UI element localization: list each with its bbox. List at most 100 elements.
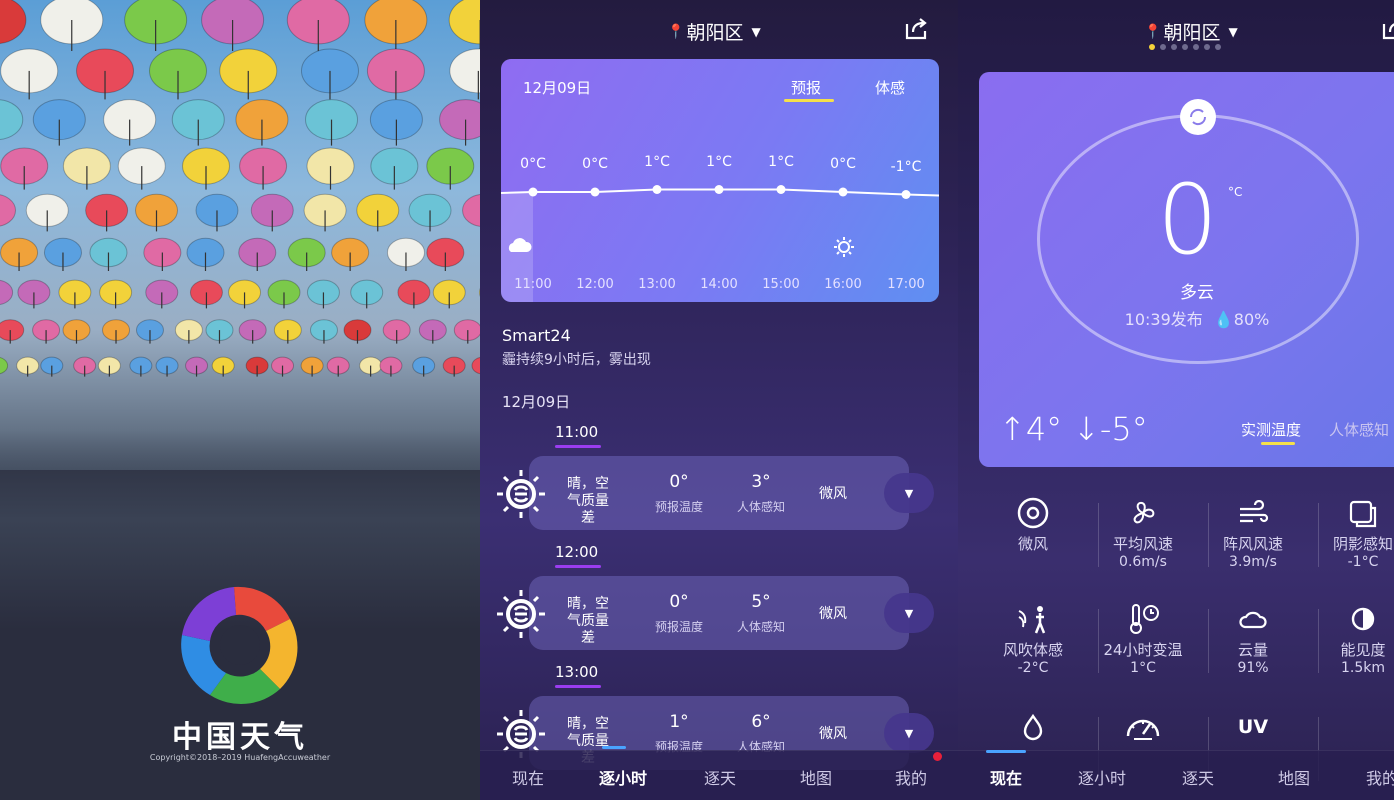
detail-cell[interactable]: 云量 91% — [1198, 603, 1308, 676]
hourly-row[interactable]: 晴，空气质量差 0° 预报温度 3° 人体感知 微风 ▼ — [497, 456, 934, 530]
umbrella — [453, 319, 480, 344]
page-dot — [1193, 44, 1199, 50]
forecast-temp: 1° — [669, 712, 689, 732]
umbrella — [182, 147, 231, 190]
page-dot — [1182, 44, 1188, 50]
refresh-knob[interactable] — [1180, 99, 1216, 135]
expand-button[interactable]: ▼ — [884, 593, 934, 633]
thermometer-clock-icon — [1088, 603, 1198, 635]
low-temperature: ↓-5° — [1073, 410, 1148, 448]
umbrella — [211, 356, 235, 377]
forecast-card: 12月09日 预报 体感 0°C 0°C 1°C 1°C 1°C 0°C -1°C 11:0… — [501, 59, 939, 302]
umbrella — [370, 147, 419, 190]
detail-label: 平均风速 — [1112, 535, 1173, 553]
tab-measured-underline — [1261, 442, 1295, 445]
location-selector[interactable]: 📍 朝阳区 ▼ — [667, 18, 761, 45]
nav-item[interactable]: 现在 — [498, 765, 558, 789]
umbrella — [287, 237, 326, 271]
detail-cell[interactable]: 平均风速 0.6m/s — [1088, 497, 1198, 570]
detail-label: 阵风风速 — [1222, 535, 1283, 553]
nav-item[interactable]: 我的 — [881, 765, 941, 789]
temperature-point — [901, 190, 911, 199]
fan-icon — [1088, 497, 1198, 529]
umbrella — [155, 356, 179, 377]
smart24-description: 霾持续9小时后，雾出现 — [502, 352, 651, 368]
nav-item[interactable]: 现在 — [976, 765, 1036, 789]
detail-cell[interactable]: UV — [1198, 711, 1308, 743]
umbrella — [58, 279, 92, 309]
hourly-row[interactable]: 晴，空气质量差 0° 预报温度 5° 人体感知 微风 ▼ — [497, 576, 934, 650]
umbrella — [343, 319, 372, 344]
nav-item[interactable]: 逐天 — [1168, 765, 1228, 789]
share-icon[interactable] — [1380, 16, 1394, 42]
umbrella — [201, 0, 265, 51]
detail-cell[interactable]: 微风 — [978, 497, 1088, 554]
refresh-icon — [1189, 108, 1207, 126]
umbrella — [0, 48, 59, 100]
umbrella — [331, 237, 370, 271]
cloud-icon — [508, 238, 532, 252]
nav-item[interactable]: 我的 — [1352, 765, 1394, 789]
umbrella — [0, 99, 24, 140]
umbrella — [0, 0, 27, 45]
umbrella — [305, 99, 359, 146]
umbrella — [300, 356, 324, 377]
chevron-down-icon: ▼ — [1228, 24, 1238, 39]
umbrella — [300, 48, 359, 100]
umbrella — [432, 279, 466, 309]
share-icon[interactable] — [903, 16, 931, 42]
nav-item[interactable]: 地图 — [786, 765, 846, 789]
publish-info: 10:39发布 💧80% — [979, 306, 1394, 330]
detail-cell[interactable]: 阴影感知 -1°C — [1308, 497, 1394, 570]
forecast-temp-label: 预报温度 — [654, 620, 703, 634]
umbrella — [462, 193, 480, 227]
detail-value: -1°C — [1347, 554, 1379, 570]
umbrella — [238, 319, 267, 344]
tab-measured-temp[interactable]: 实测温度 — [1241, 419, 1301, 440]
umbrella — [189, 279, 223, 309]
detail-cell[interactable] — [1088, 711, 1198, 743]
umbrella — [99, 279, 133, 309]
expand-button[interactable]: ▼ — [884, 713, 934, 753]
umbrella — [412, 356, 436, 377]
current-weather-card: 0 °C 多云 10:39发布 💧80% ↑4° ↓-5° 实测温度 人体感知 — [979, 72, 1394, 467]
temperature-point — [776, 185, 786, 194]
detail-cell[interactable]: 风吹体感 -2°C — [978, 603, 1088, 676]
umbrella — [228, 279, 262, 309]
temperature-label: 0°C — [582, 156, 608, 172]
detail-cell[interactable]: 阵风风速 3.9m/s — [1198, 497, 1308, 570]
umbrella — [73, 356, 97, 377]
umbrella — [359, 356, 383, 377]
umbrella — [426, 237, 465, 271]
smart24-title: Smart24 — [502, 326, 571, 345]
umbrellas-image — [0, 0, 480, 377]
umbrella — [273, 319, 302, 344]
detail-cell[interactable]: 能见度 1.5km — [1308, 603, 1394, 676]
umbrella — [356, 193, 400, 232]
detail-value: -2°C — [1017, 660, 1049, 676]
detail-cell[interactable]: 24小时变温 1°C — [1088, 603, 1198, 676]
page-dot — [1215, 44, 1221, 50]
umbrella — [448, 0, 480, 51]
chevron-down-icon: ▼ — [904, 726, 914, 740]
hour-heading-underline — [555, 685, 601, 688]
nav-item[interactable]: 逐小时 — [1072, 765, 1132, 789]
location-selector[interactable]: 📍 朝阳区 ▼ — [1144, 18, 1238, 45]
umbrella — [449, 48, 480, 100]
hour-label: 12:00 — [576, 277, 614, 292]
tab-feels-temp[interactable]: 人体感知 — [1329, 419, 1389, 440]
umbrella — [89, 237, 128, 271]
expand-button[interactable]: ▼ — [884, 473, 934, 513]
wind-chill-icon — [978, 603, 1088, 635]
nav-active-indicator — [602, 746, 626, 749]
hour-heading: 11:00 — [555, 423, 599, 441]
sunny-icon — [495, 588, 547, 640]
umbrella — [306, 279, 340, 309]
wind-text: 微风 — [819, 726, 847, 742]
umbrella — [0, 194, 17, 227]
nav-item[interactable]: 地图 — [1264, 765, 1324, 789]
nav-item[interactable]: 逐小时 — [593, 765, 653, 789]
nav-item[interactable]: 逐天 — [690, 765, 750, 789]
umbrella — [245, 356, 269, 377]
detail-cell[interactable] — [978, 711, 1088, 743]
